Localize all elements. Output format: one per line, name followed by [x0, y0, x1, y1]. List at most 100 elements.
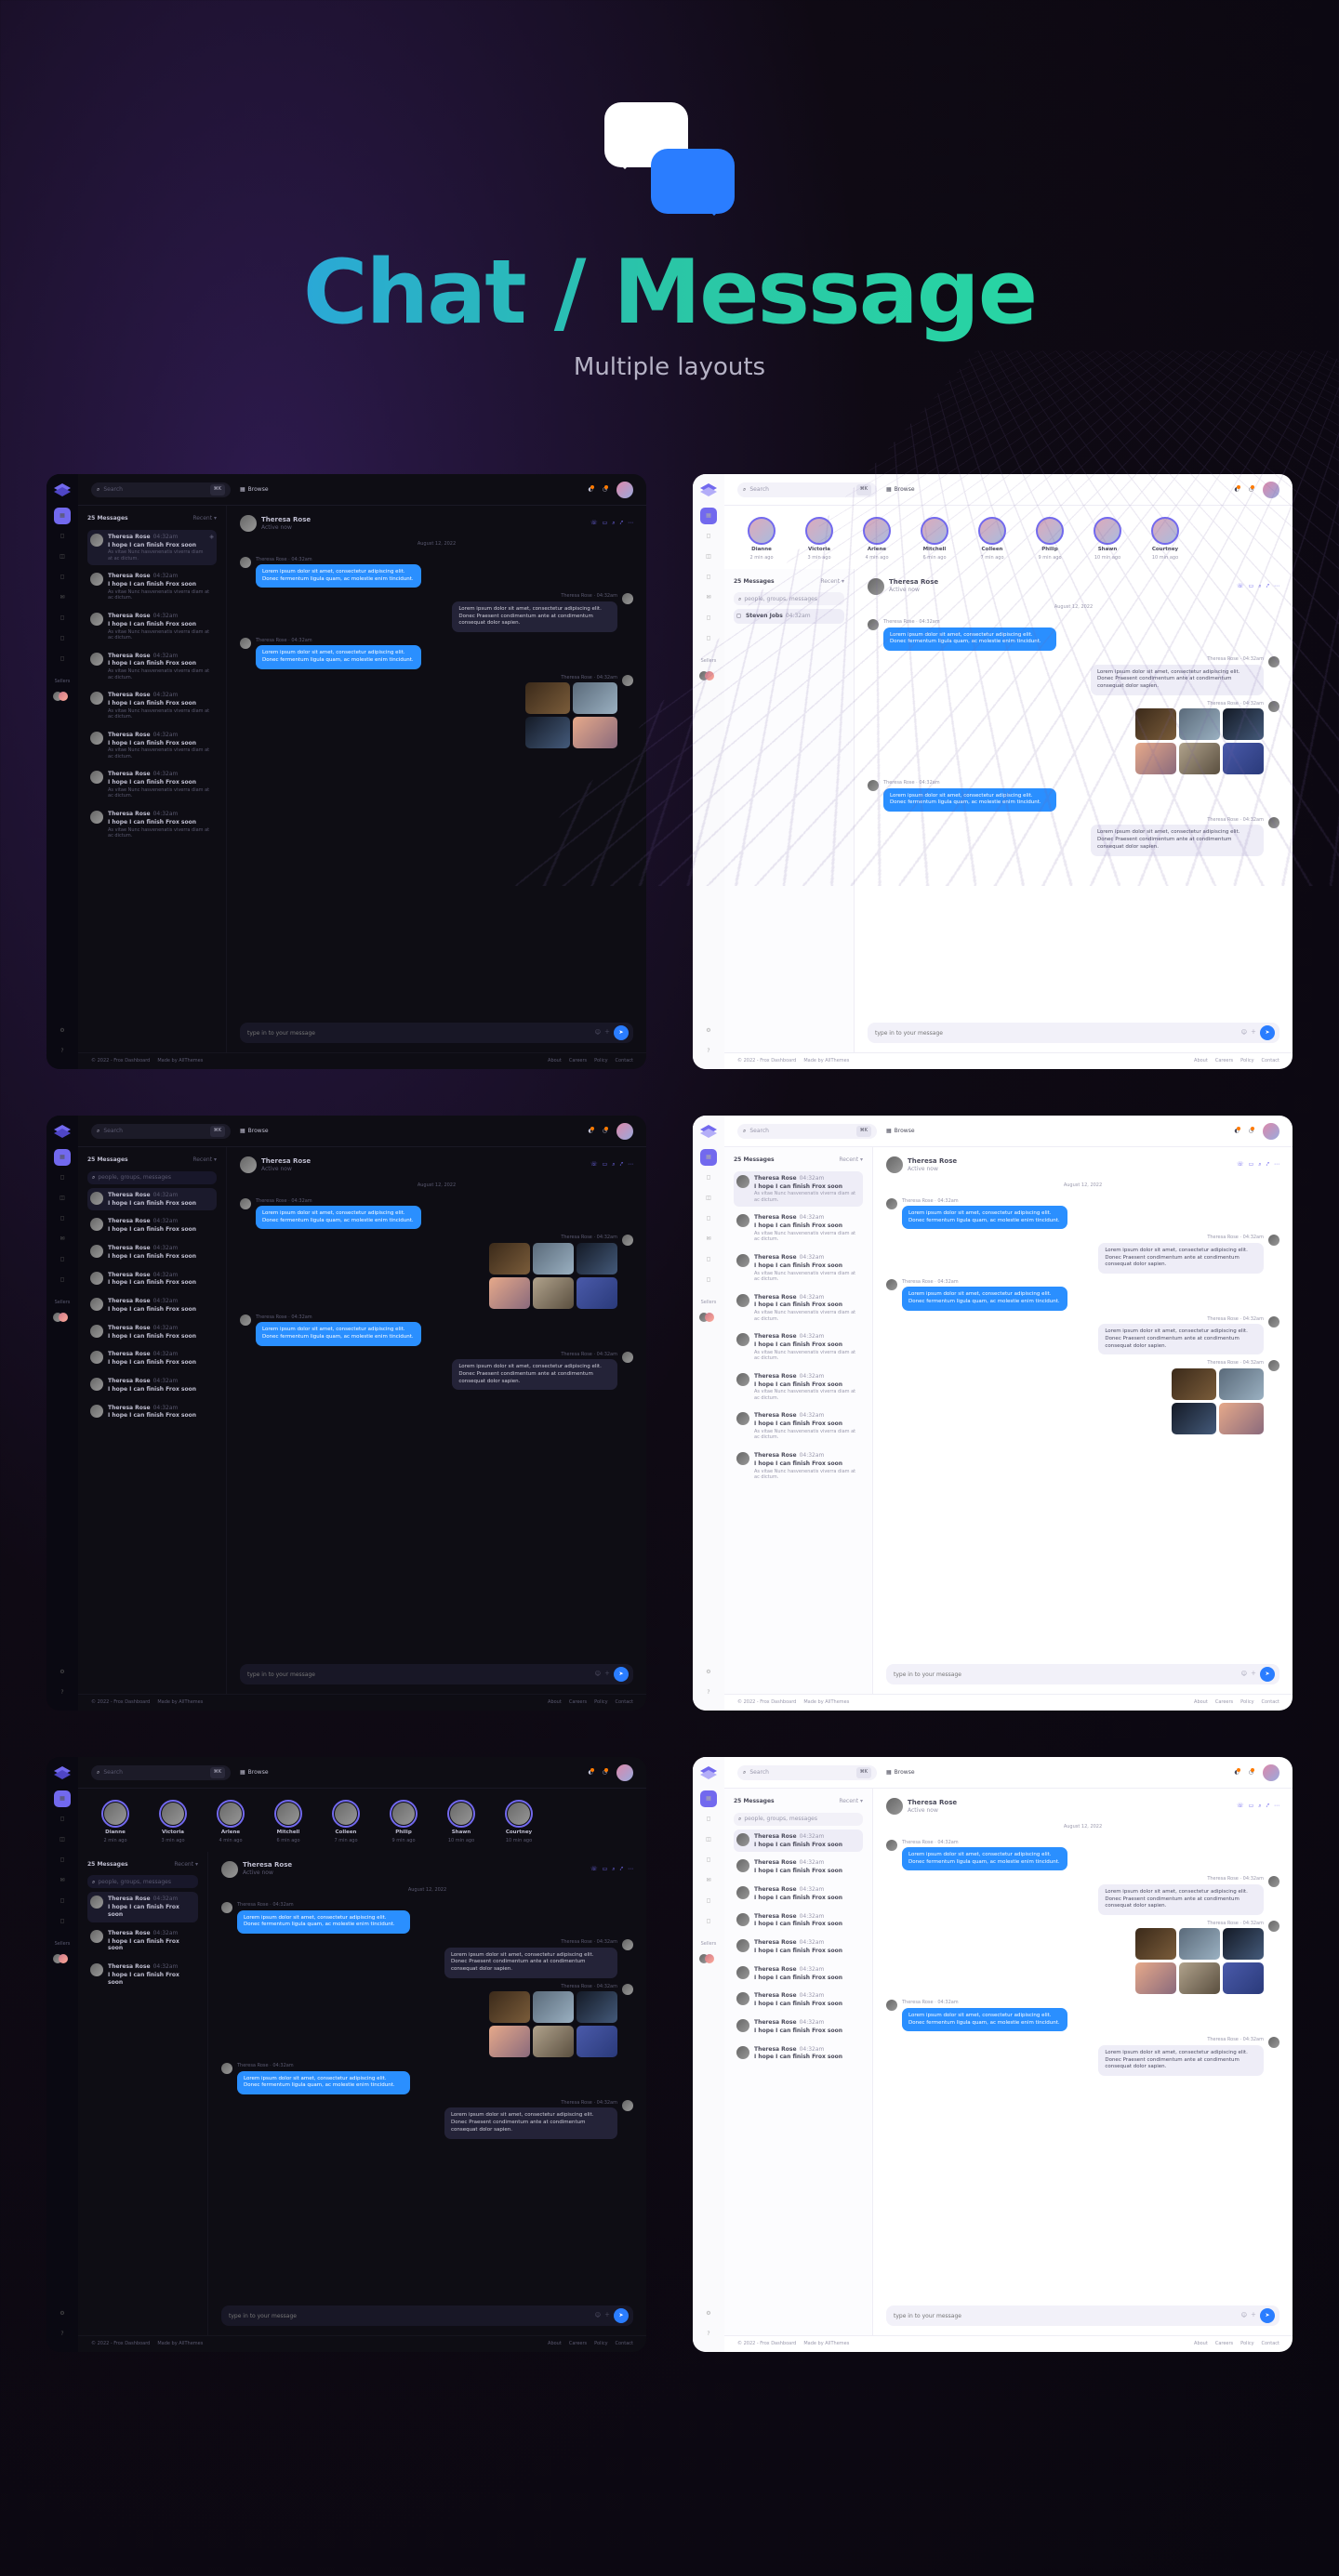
avatar[interactable] — [240, 515, 257, 532]
send-button[interactable]: ➤ — [1260, 1667, 1275, 1682]
search-input[interactable]: ⌕Search⌘K — [91, 1124, 231, 1139]
nav-help-icon[interactable]: ? — [54, 1043, 71, 1060]
bell-icon[interactable]: ◔ — [1249, 486, 1253, 494]
sellers-stack[interactable] — [57, 692, 68, 701]
composer-input[interactable] — [894, 2313, 1238, 2319]
composer[interactable]: ☺＋➤ — [886, 1664, 1279, 1684]
more-icon[interactable]: ⋯ — [628, 520, 633, 527]
list-item[interactable]: Theresa Rose04:32amI hope I can finish F… — [87, 1892, 198, 1922]
bell-icon[interactable]: ◔ — [603, 1128, 607, 1135]
list-item[interactable]: Theresa Rose04:32amI hope I can finish F… — [87, 1926, 198, 1956]
list-item[interactable]: Theresa Rose04:32amI hope I can finish F… — [734, 1830, 863, 1853]
sort-recent[interactable]: Recent ▾ — [192, 515, 217, 522]
list-item[interactable]: Theresa Rose04:32amI hope I can finish F… — [87, 609, 217, 645]
app-logo-icon[interactable] — [54, 1125, 71, 1138]
image-attachments[interactable] — [489, 1991, 617, 2057]
emoji-icon[interactable]: ☺ — [595, 1029, 601, 1037]
list-item[interactable]: Theresa Rose04:32amI hope I can finish F… — [734, 1935, 863, 1959]
nav-home-icon[interactable]: ▦ — [700, 508, 717, 524]
list-item[interactable]: Theresa Rose04:32amI hope I can finish F… — [87, 1401, 217, 1424]
story-item[interactable]: Dianne2 min ago — [93, 1800, 138, 1844]
nav-home-icon[interactable]: ▦ — [54, 1149, 71, 1166]
story-item[interactable]: Victoria3 min ago — [151, 1800, 195, 1844]
nav-cal-icon[interactable]: ◻ — [54, 630, 71, 647]
search-icon[interactable]: ⌕ — [612, 520, 615, 527]
nav-settings-icon[interactable]: ⚙ — [700, 1023, 717, 1039]
more-icon[interactable]: ⋯ — [628, 1161, 633, 1169]
list-item[interactable]: Theresa Rose04:32amI hope I can finish F… — [734, 1448, 863, 1485]
nav-help-icon[interactable]: ? — [700, 1043, 717, 1060]
nav-mail-icon[interactable]: ✉ — [700, 589, 717, 606]
theme-toggle-icon[interactable]: ◐ — [589, 1128, 593, 1135]
emoji-icon[interactable]: ☺ — [595, 1671, 601, 1678]
bell-icon[interactable]: ⤤ — [620, 520, 623, 527]
nav-settings-icon[interactable]: ⚙ — [54, 1664, 71, 1681]
nav-mail-icon[interactable]: ✉ — [54, 589, 71, 606]
send-button[interactable]: ➤ — [1260, 2308, 1275, 2323]
bell-icon[interactable]: ⤤ — [620, 1161, 623, 1169]
app-logo-icon[interactable] — [700, 1766, 717, 1779]
list-item[interactable]: Theresa Rose04:32amI hope I can finish F… — [87, 807, 217, 843]
search-icon[interactable]: ⌕ — [612, 1161, 615, 1169]
nav-apps-icon[interactable]: ◻ — [700, 528, 717, 545]
list-item[interactable]: Theresa Rose04:32amI hope I can finish F… — [734, 1250, 863, 1287]
list-item[interactable]: Theresa Rose04:32amI hope I can finish F… — [87, 1241, 217, 1264]
image-attachments[interactable] — [525, 682, 617, 748]
composer[interactable]: ☺＋➤ — [240, 1664, 633, 1684]
list-item[interactable]: Theresa Rose04:32amI hope I can finish F… — [734, 1171, 863, 1208]
list-item[interactable]: Theresa Rose04:32amI hope I can finish F… — [734, 1856, 863, 1879]
list-item[interactable]: Theresa Rose04:32amI hope I can finish F… — [87, 649, 217, 685]
list-item[interactable]: Theresa Rose04:32amI hope I can finish F… — [87, 688, 217, 724]
composer-input[interactable] — [875, 1030, 1238, 1037]
mini-search-input[interactable]: ⌕people, groups, messages — [734, 1813, 863, 1826]
list-item[interactable]: Theresa Rose04:32amI hope I can finish F… — [87, 530, 217, 566]
app-logo-icon[interactable] — [54, 483, 71, 496]
list-item[interactable]: Theresa Rose04:32amI hope I can finish F… — [87, 1374, 217, 1397]
send-button[interactable]: ➤ — [1260, 1025, 1275, 1040]
story-item[interactable]: Mitchell6 min ago — [266, 1800, 311, 1844]
list-item[interactable]: Theresa Rose04:32amI hope I can finish F… — [87, 1268, 217, 1291]
list-item[interactable]: Theresa Rose04:32amI hope I can finish F… — [734, 1329, 863, 1366]
attach-icon[interactable]: ＋ — [604, 1029, 610, 1037]
video-icon[interactable]: ▭ — [603, 520, 608, 527]
story-item[interactable]: Dianne2 min ago — [739, 517, 784, 561]
list-item[interactable]: Theresa Rose04:32amI hope I can finish F… — [87, 1960, 198, 1989]
nav-settings-icon[interactable]: ⚙ — [54, 1023, 71, 1039]
list-item[interactable]: Theresa Rose04:32amI hope I can finish F… — [87, 569, 217, 605]
list-item[interactable]: Theresa Rose04:32amI hope I can finish F… — [87, 1214, 217, 1237]
list-item[interactable]: Theresa Rose04:32amI hope I can finish F… — [734, 1988, 863, 2012]
list-item[interactable]: Theresa Rose04:32amI hope I can finish F… — [87, 1347, 217, 1370]
nav-home-icon[interactable]: ▦ — [54, 508, 71, 524]
video-icon[interactable]: ▭ — [1249, 1161, 1254, 1169]
list-item[interactable]: Theresa Rose04:32amI hope I can finish F… — [734, 1909, 863, 1933]
list-item[interactable]: Theresa Rose04:32amI hope I can finish F… — [734, 1369, 863, 1406]
image-attachments[interactable] — [1172, 1368, 1264, 1434]
mini-search-input[interactable]: ⌕people, groups, messages — [87, 1171, 217, 1184]
search-input[interactable]: ⌕Search⌘K — [91, 482, 231, 497]
list-item[interactable]: Theresa Rose04:32amI hope I can finish F… — [734, 2015, 863, 2039]
search-icon[interactable]: ⌕ — [1258, 1161, 1261, 1169]
composer-input[interactable] — [894, 1671, 1238, 1678]
emoji-icon[interactable]: ☺ — [1241, 1029, 1247, 1037]
story-item[interactable]: Philip9 min ago — [381, 1800, 426, 1844]
list-item[interactable]: Theresa Rose04:32amI hope I can finish F… — [734, 1962, 863, 1986]
composer-input[interactable] — [247, 1030, 591, 1037]
app-logo-icon[interactable] — [54, 1766, 71, 1779]
phone-icon[interactable]: ☏ — [1237, 1161, 1244, 1169]
send-button[interactable]: ➤ — [614, 2308, 629, 2323]
browse-button[interactable]: ▦Browse — [240, 1128, 269, 1135]
phone-icon[interactable]: ☏ — [590, 520, 598, 527]
send-button[interactable]: ➤ — [614, 1667, 629, 1682]
list-item[interactable]: Theresa Rose04:32amI hope I can finish F… — [87, 1294, 217, 1317]
list-item[interactable]: Theresa Rose04:32amI hope I can finish F… — [87, 1321, 217, 1344]
composer[interactable]: ☺＋➤ — [240, 1023, 633, 1043]
list-item[interactable]: Theresa Rose04:32amI hope I can finish F… — [87, 767, 217, 803]
bell-icon[interactable]: ◔ — [603, 486, 607, 494]
more-icon[interactable]: ⋯ — [1274, 1161, 1279, 1169]
bell-icon[interactable]: ⤤ — [1266, 1161, 1269, 1169]
browse-button[interactable]: ▦Browse — [240, 486, 269, 494]
nav-task-icon[interactable]: ◻ — [54, 651, 71, 667]
composer[interactable]: ☺＋➤ — [868, 1023, 1279, 1043]
nav-chat-icon[interactable]: ◻ — [54, 610, 71, 627]
theme-toggle-icon[interactable]: ◐ — [1235, 486, 1240, 494]
